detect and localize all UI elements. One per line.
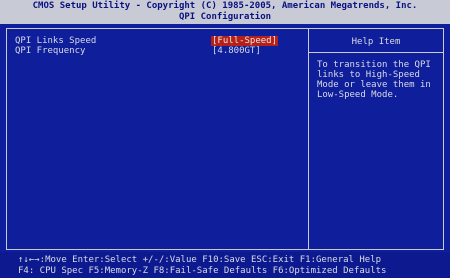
- utility-title: CMOS Setup Utility - Copyright (C) 1985-…: [32, 1, 418, 11]
- setting-value-selected[interactable]: [Full-Speed]: [211, 36, 279, 46]
- setting-label: QPI Frequency: [15, 46, 86, 56]
- key-legend-line-2: F4: CPU Spec F5:Memory-Z F8:Fail-Safe De…: [18, 266, 387, 276]
- key-legend: ↑↓←→:Move Enter:Select +/-/:Value F10:Sa…: [0, 252, 450, 278]
- main-panel: QPI Links Speed [Full-Speed] QPI Frequen…: [6, 28, 444, 250]
- setting-value-row-qpi-links-speed: [Full-Speed]: [15, 36, 305, 46]
- panel-divider: [308, 29, 309, 249]
- title-bar: CMOS Setup Utility - Copyright (C) 1985-…: [0, 0, 450, 24]
- page-title: QPI Configuration: [178, 12, 272, 22]
- setting-row-qpi-frequency[interactable]: QPI Frequency [4.800GT]: [15, 46, 305, 56]
- setting-value[interactable]: [4.800GT]: [211, 46, 262, 56]
- help-title: Help Item: [351, 37, 401, 47]
- help-separator: [309, 52, 443, 53]
- key-legend-line-1: ↑↓←→:Move Enter:Select +/-/:Value F10:Sa…: [18, 255, 382, 265]
- help-text: To transition the QPI links to High-Spee…: [317, 60, 431, 100]
- bios-screen: CMOS Setup Utility - Copyright (C) 1985-…: [0, 0, 450, 278]
